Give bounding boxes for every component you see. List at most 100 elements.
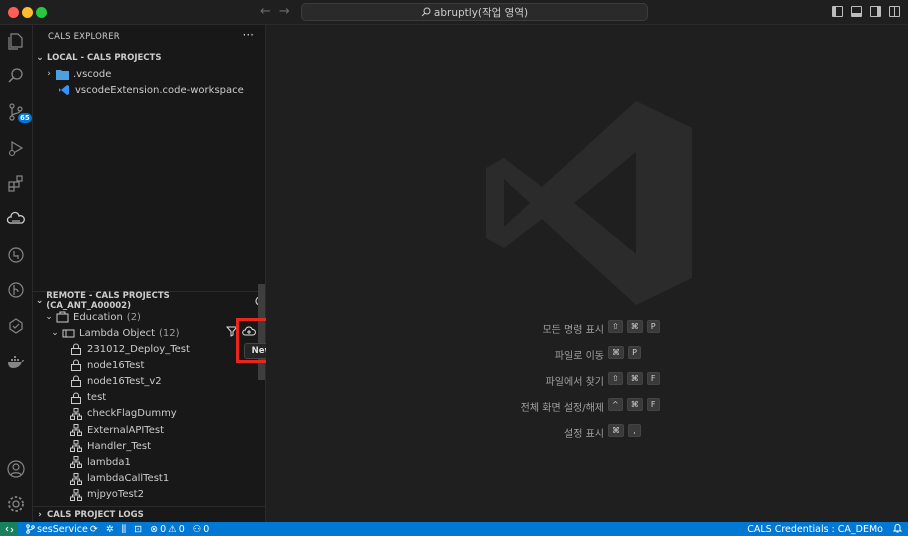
lock-icon xyxy=(69,358,83,372)
minimize-window-button[interactable] xyxy=(22,7,33,18)
tree-item-education[interactable]: ⌄ Education (2) xyxy=(33,309,258,325)
command-center-search[interactable]: abruptly(작업 영역) xyxy=(301,3,648,21)
maximize-window-button[interactable] xyxy=(36,7,47,18)
keycap: ⇧ xyxy=(608,320,623,333)
ports-status[interactable]: ⚇ 0 xyxy=(193,524,210,535)
keycap: F xyxy=(646,372,660,385)
tree-item-lambda[interactable]: checkFlagDummy xyxy=(33,406,258,422)
remote-projects-header[interactable]: ⌄ REMOTE - CALS PROJECTS (CA_ANT_A00002) xyxy=(33,291,266,311)
close-window-button[interactable] xyxy=(8,7,19,18)
error-icon: ⊗ xyxy=(150,523,159,535)
customize-layout-icon[interactable] xyxy=(889,6,900,17)
cals-cloud-icon[interactable] xyxy=(5,208,27,230)
shortcut-label: 전체 화면 설정/해제 xyxy=(520,403,604,414)
tree-item-label: checkFlagDummy xyxy=(87,408,177,420)
tree-item-label: 231012_Deploy_Test xyxy=(87,343,190,355)
tree-item-lambda[interactable]: node16Test xyxy=(33,357,258,373)
library-status[interactable]: ⫼ xyxy=(122,524,126,535)
ports-count: 0 xyxy=(203,523,210,535)
tree-item-lambda[interactable]: test xyxy=(33,390,258,406)
tree-item-label: Education xyxy=(73,311,123,323)
debug-status[interactable]: ✲ xyxy=(106,524,114,535)
lock-icon xyxy=(69,391,83,405)
remote-indicator[interactable] xyxy=(0,522,18,536)
notifications-bell-icon[interactable] xyxy=(892,523,903,536)
vscode-logo-watermark xyxy=(486,101,692,305)
tree-item-label: Handler_Test xyxy=(87,440,152,452)
layout-controls xyxy=(832,6,900,17)
keycap: ⌘ xyxy=(608,424,624,437)
ports-panel[interactable]: ⊡ xyxy=(134,524,142,535)
tree-item-label: node16Test xyxy=(87,359,145,371)
chevron-right-icon: › xyxy=(38,510,42,520)
forward-arrow-icon[interactable]: → xyxy=(279,4,298,19)
tree-item-label: lambda1 xyxy=(87,456,131,468)
project-logs-header[interactable]: › CALS PROJECT LOGS xyxy=(33,507,266,523)
tree-item-lambda-object[interactable]: ⌄ Lambda Object (12) xyxy=(33,325,258,341)
tree-item-lambda[interactable]: lambda1 xyxy=(33,454,258,470)
tree-item-lambda[interactable]: ExternalAPITest xyxy=(33,422,258,438)
source-control-badge: 65 xyxy=(18,113,32,123)
docker-icon[interactable] xyxy=(5,350,27,372)
cals-explorer-sidebar: CALS EXPLORER ··· ⌄ LOCAL - CALS PROJECT… xyxy=(33,25,266,522)
shortcut-label: 설정 표시 xyxy=(564,429,604,440)
tree-item-lambda[interactable]: Handler_Test xyxy=(33,438,258,454)
tree-item-label: vscodeExtension.code-workspace xyxy=(75,84,244,96)
search-icon xyxy=(421,7,431,17)
problems-status[interactable]: ⊗ 0 ⚠ 0 xyxy=(150,524,185,535)
shortcut-row: 모든 명령 표시 ⇧ ⌘ P xyxy=(266,320,908,336)
remote-explorer-icon[interactable] xyxy=(5,244,27,266)
tree-item-label: node16Test_v2 xyxy=(87,375,162,387)
shortcut-label: 파일로 이동 xyxy=(554,351,604,362)
extensions-icon[interactable] xyxy=(5,173,27,195)
keycap: ⇧ xyxy=(608,372,623,385)
sync-icon[interactable]: ⟳ xyxy=(90,524,98,535)
chevron-down-icon: ⌄ xyxy=(51,328,59,338)
toggle-secondary-sidebar-icon[interactable] xyxy=(870,6,881,17)
keycap: ⌘ xyxy=(608,346,624,359)
tree-item-lambda[interactable]: lambdaCallTest1 xyxy=(33,471,258,487)
command-center-text: abruptly(작업 영역) xyxy=(433,6,529,19)
tree-item-label: ExternalAPITest xyxy=(87,424,165,436)
source-control-icon[interactable]: 65 xyxy=(5,101,32,123)
run-debug-icon[interactable] xyxy=(5,137,27,159)
cals-credentials[interactable]: CALS Credentials : CA_DEMo xyxy=(747,524,883,535)
folder-icon xyxy=(55,67,69,81)
editor-area: 모든 명령 표시 ⇧ ⌘ P 파일로 이동 ⌘ P 파일에서 찾기 ⇧ ⌘ F 전체 화면 설정/해제… xyxy=(266,25,908,522)
more-actions-button[interactable]: ··· xyxy=(243,28,254,42)
keycap: , xyxy=(628,424,641,437)
remote-projects-title: REMOTE - CALS PROJECTS (CA_ANT_A00002) xyxy=(46,291,170,311)
shortcut-row: 파일로 이동 ⌘ P xyxy=(266,346,908,362)
keycap: ⌘ xyxy=(626,398,643,411)
tree-item-workspace-file[interactable]: vscodeExtension.code-workspace xyxy=(33,82,258,98)
accounts-icon[interactable] xyxy=(5,458,27,480)
lock-icon xyxy=(69,342,83,356)
tree-item-lambda[interactable]: node16Test_v2 xyxy=(33,373,258,389)
lambda-group-icon xyxy=(61,326,75,340)
back-arrow-icon[interactable]: ← xyxy=(260,4,279,19)
search-icon[interactable] xyxy=(5,65,27,87)
shortcut-keys: ⌘, xyxy=(608,424,641,437)
toggle-primary-sidebar-icon[interactable] xyxy=(832,6,843,17)
toggle-panel-icon[interactable] xyxy=(851,6,862,17)
shortcut-keys: ⇧ ⌘ P xyxy=(608,320,660,333)
settings-gear-icon[interactable] xyxy=(5,493,27,515)
tree-item-lambda[interactable]: 231012_Deploy_Test xyxy=(33,341,258,357)
testing-icon[interactable] xyxy=(5,315,27,337)
local-projects-header[interactable]: ⌄ LOCAL - CALS PROJECTS xyxy=(33,50,266,66)
explorer-icon[interactable] xyxy=(5,30,27,52)
vscode-file-icon xyxy=(57,83,71,97)
org-icon xyxy=(69,439,83,453)
shortcut-label: 파일에서 찾기 xyxy=(545,377,604,388)
window-icon: ⊡ xyxy=(134,523,143,535)
tree-item-vscode-folder[interactable]: › .vscode xyxy=(33,66,258,82)
shortcut-keys: ⇧ ⌘ F xyxy=(608,372,660,385)
git-graph-icon[interactable] xyxy=(5,279,27,301)
org-icon xyxy=(69,423,83,437)
library-icon: ⫼ xyxy=(121,523,127,535)
tree-item-count: (2) xyxy=(126,311,141,323)
branch-status[interactable]: sesService ⟳ xyxy=(26,524,98,535)
chevron-down-icon: ⌄ xyxy=(36,53,44,63)
tree-item-lambda[interactable]: mjpyoTest2 xyxy=(33,487,258,503)
git-branch-icon xyxy=(26,524,35,534)
